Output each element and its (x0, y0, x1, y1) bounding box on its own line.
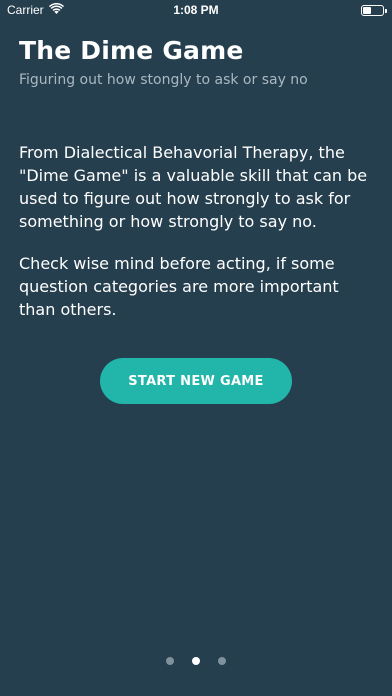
instruction-paragraph: Check wise mind before acting, if some q… (19, 254, 339, 319)
page-subtitle: Figuring out how stongly to ask or say n… (19, 72, 308, 88)
status-bar: Carrier 1:08 PM (0, 0, 392, 20)
page-dot-3[interactable] (218, 657, 226, 665)
page-title: The Dime Game (19, 36, 244, 65)
description-paragraph: From Dialectical Behavorial Therapy, the… (19, 143, 368, 231)
status-time: 1:08 PM (173, 3, 219, 17)
page-dot-2-active[interactable] (192, 657, 200, 665)
page-dot-1[interactable] (166, 657, 174, 665)
start-new-game-button[interactable]: START NEW GAME (100, 358, 292, 404)
battery-icon (361, 5, 387, 16)
page-indicator[interactable] (0, 657, 392, 665)
